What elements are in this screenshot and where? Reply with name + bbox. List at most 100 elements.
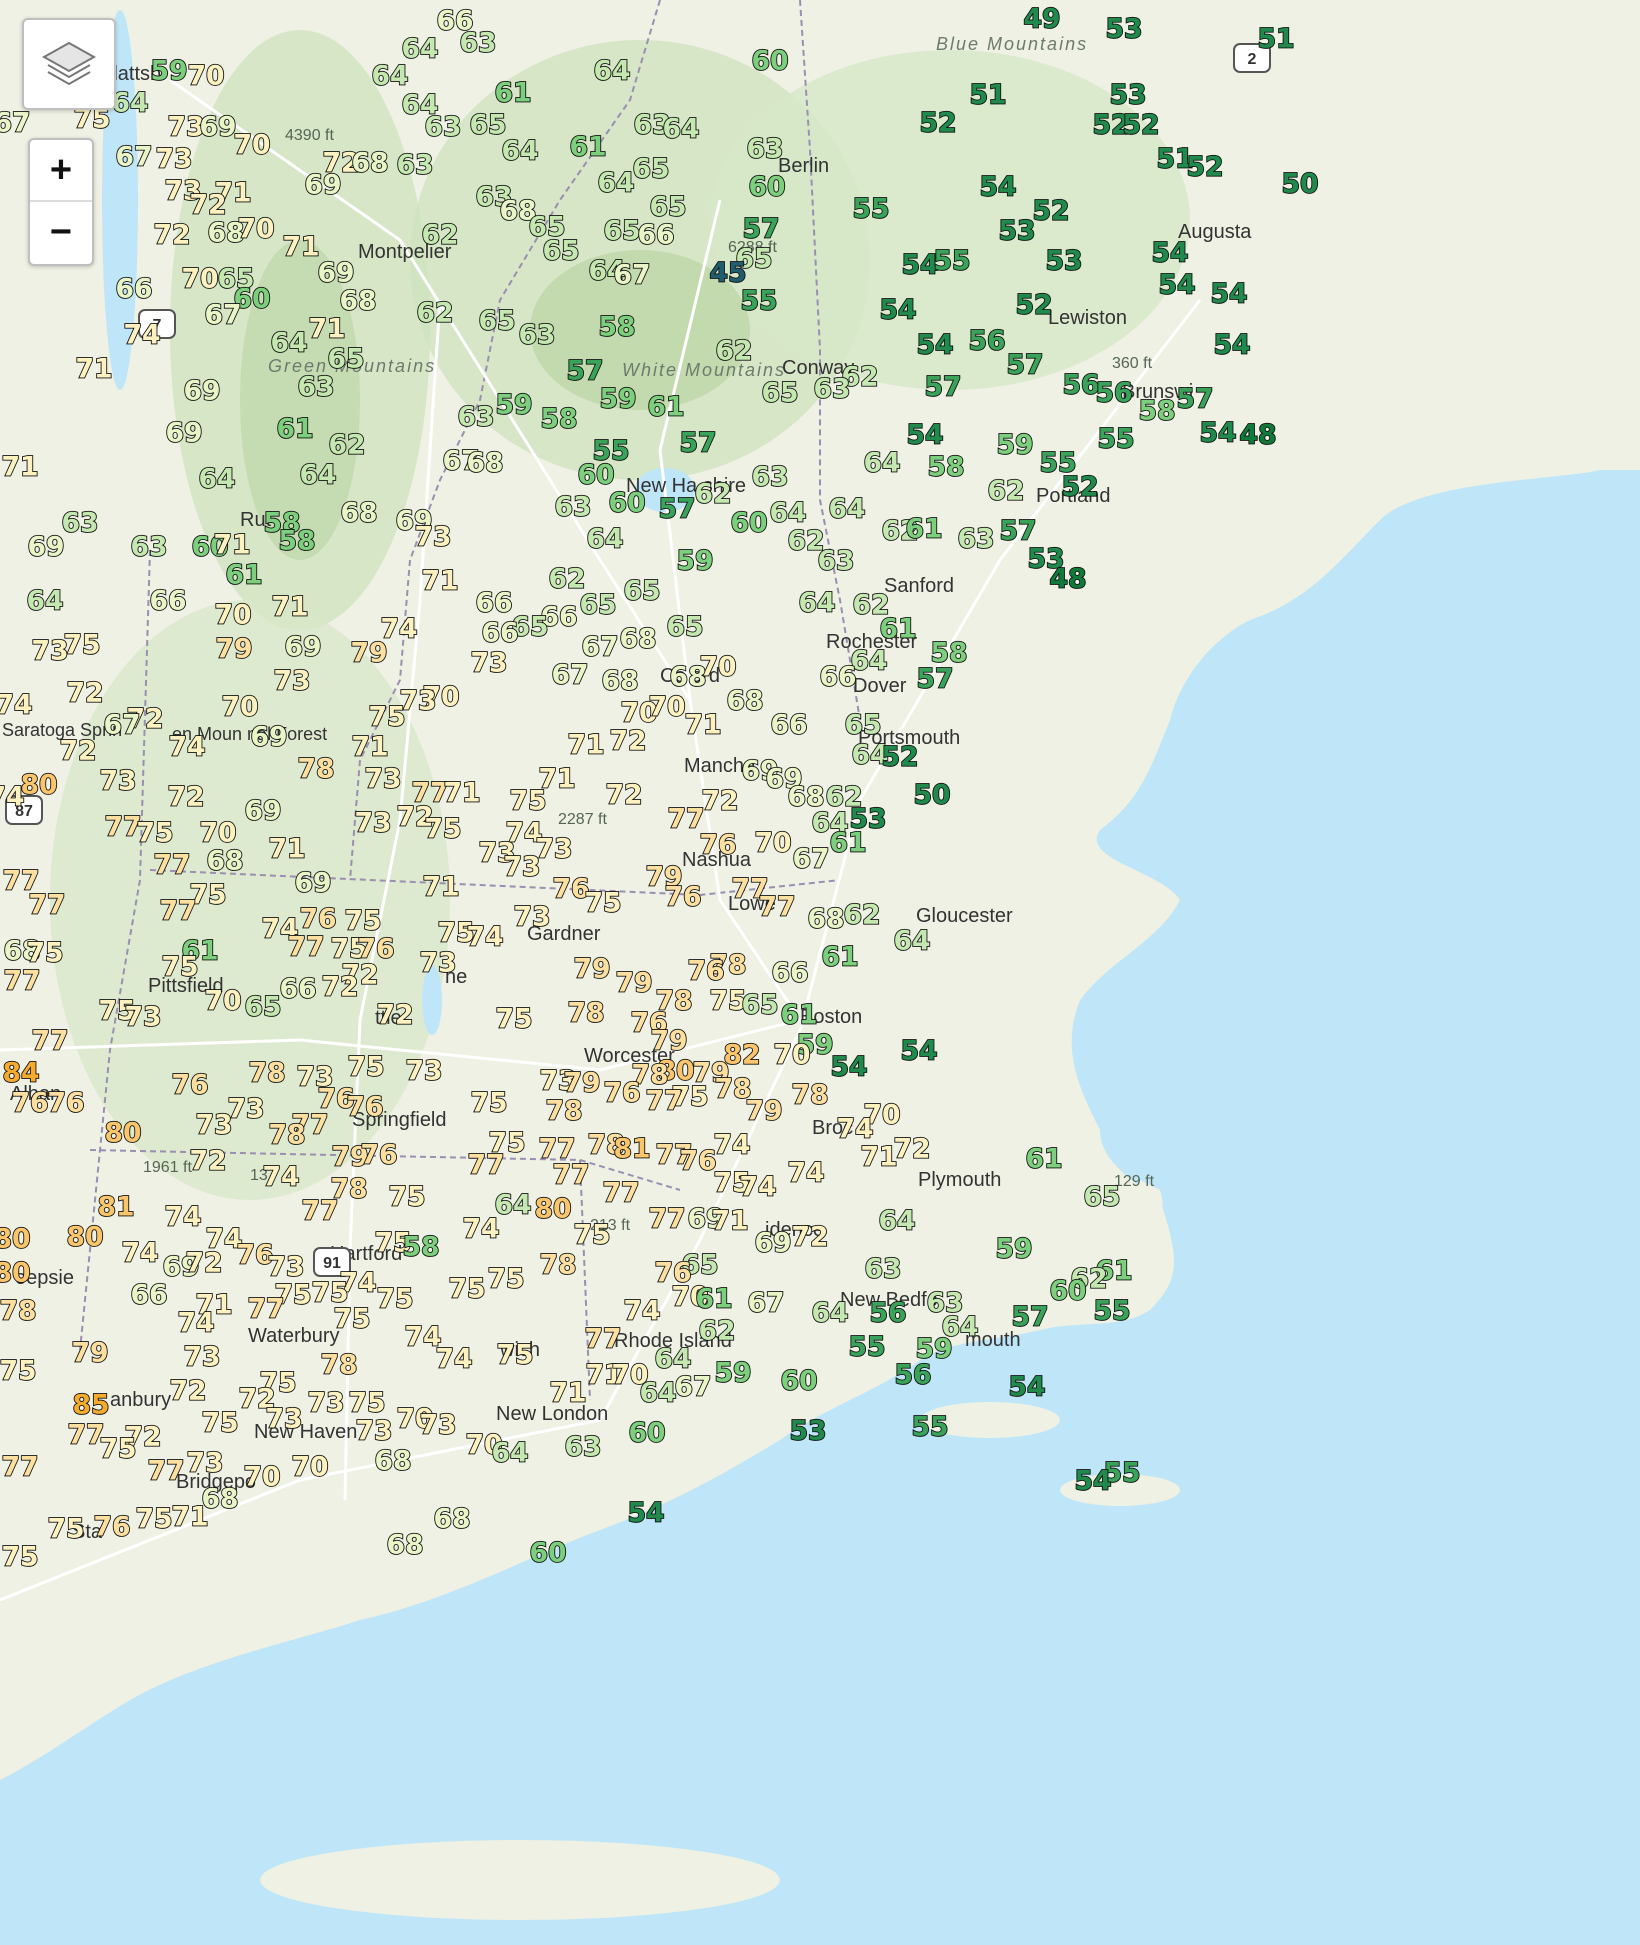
temperature-marker[interactable]: 79 [563,1067,602,1100]
temperature-marker[interactable]: 66 [130,1279,169,1312]
temperature-marker[interactable]: 71 [351,731,390,764]
temperature-marker[interactable]: 75 [333,1303,372,1336]
temperature-marker[interactable]: 60 [748,171,787,204]
temperature-marker[interactable]: 70 [773,1039,812,1072]
temperature-marker[interactable]: 73 [186,1447,225,1480]
temperature-marker[interactable]: 56 [1062,369,1101,402]
temperature-marker[interactable]: 60 [529,1537,568,1570]
temperature-marker[interactable]: 63 [457,401,496,434]
temperature-marker[interactable]: 71 [213,529,252,562]
temperature-marker[interactable]: 85 [72,1389,111,1422]
temperature-marker[interactable]: 70 [221,691,260,724]
temperature-marker[interactable]: 62 [715,335,754,368]
temperature-marker[interactable]: 68 [601,665,640,698]
temperature-marker[interactable]: 71 [75,353,114,386]
temperature-marker[interactable]: 76 [171,1069,210,1102]
temperature-marker[interactable]: 74 [0,689,33,722]
temperature-marker[interactable]: 64 [878,1205,917,1238]
temperature-marker[interactable]: 64 [662,113,701,146]
temperature-marker[interactable]: 53 [1109,79,1148,112]
temperature-marker[interactable]: 61 [1025,1143,1064,1176]
temperature-marker[interactable]: 50 [1281,168,1320,201]
temperature-marker[interactable]: 67 [204,299,243,332]
temperature-marker[interactable]: 56 [968,325,1007,358]
temperature-marker[interactable]: 69 [165,417,204,450]
temperature-marker[interactable]: 63 [817,545,856,578]
temperature-marker[interactable]: 73 [419,1409,458,1442]
temperature-marker[interactable]: 77 [31,1025,70,1058]
temperature-marker[interactable]: 74 [462,1213,501,1246]
temperature-marker[interactable]: 71 [268,833,307,866]
temperature-marker[interactable]: 62 [421,219,460,252]
temperature-marker[interactable]: 62 [328,429,367,462]
temperature-marker[interactable]: 75 [135,1503,174,1536]
temperature-marker[interactable]: 62 [843,899,882,932]
temperature-marker[interactable]: 61 [569,131,608,164]
temperature-marker[interactable]: 63 [751,461,790,494]
temperature-marker[interactable]: 66 [770,709,809,742]
temperature-marker[interactable]: 71 [282,231,321,264]
temperature-marker[interactable]: 72 [167,781,206,814]
temperature-marker[interactable]: 63 [957,523,996,556]
temperature-marker[interactable]: 60 [628,1417,667,1450]
temperature-marker[interactable]: 60 [780,1365,819,1398]
temperature-marker[interactable]: 64 [639,1377,678,1410]
temperature-marker[interactable]: 48 [1239,419,1278,452]
temperature-marker[interactable]: 75 [0,1355,37,1388]
temperature-marker[interactable]: 70 [237,213,276,246]
temperature-marker[interactable]: 74 [164,1201,203,1234]
temperature-marker[interactable]: 77 [552,1159,591,1192]
temperature-marker[interactable]: 79 [745,1095,784,1128]
temperature-marker[interactable]: 64 [811,1297,850,1330]
temperature-marker[interactable]: 71 [684,709,723,742]
temperature-marker[interactable]: 55 [1097,423,1136,456]
temperature-marker[interactable]: 68 [340,497,379,530]
temperature-marker[interactable]: 72 [169,1375,208,1408]
temperature-marker[interactable]: 58 [1138,395,1177,428]
temperature-marker[interactable]: 77 [1,1451,40,1484]
temperature-marker[interactable]: 57 [658,493,697,526]
temperature-marker[interactable]: 74 [262,1161,301,1194]
temperature-marker[interactable]: 69 [244,795,283,828]
temperature-marker[interactable]: 70 [233,129,272,162]
temperature-marker[interactable]: 62 [694,478,733,511]
temperature-marker[interactable]: 70 [648,691,687,724]
temperature-marker[interactable]: 65 [1083,1181,1122,1214]
map-canvas[interactable]: PlattsbMontpelierGreen Mountains White Mo… [0,0,1640,1945]
temperature-marker[interactable]: 60 [577,459,616,492]
temperature-marker[interactable]: 63 [864,1253,903,1286]
temperature-marker[interactable]: 57 [999,515,1038,548]
temperature-marker[interactable]: 45 [709,257,748,290]
temperature-marker[interactable]: 80 [0,1257,31,1290]
temperature-marker[interactable]: 66 [481,617,520,650]
temperature-marker[interactable]: 77 [584,1323,623,1356]
temperature-marker[interactable]: 80 [0,1223,31,1256]
temperature-marker[interactable]: 65 [478,305,517,338]
temperature-marker[interactable]: 73 [470,647,509,680]
temperature-marker[interactable]: 70 [291,1451,330,1484]
temperature-marker[interactable]: 65 [632,153,671,186]
temperature-marker[interactable]: 75 [448,1273,487,1306]
temperature-marker[interactable]: 50 [913,779,952,812]
temperature-marker[interactable]: 54 [1199,417,1238,450]
temperature-marker[interactable]: 67 [115,141,154,174]
temperature-marker[interactable]: 69 [199,111,238,144]
temperature-marker[interactable]: 77 [645,1085,684,1118]
temperature-marker[interactable]: 66 [475,587,514,620]
temperature-marker[interactable]: 51 [1257,23,1296,56]
temperature-marker[interactable]: 79 [650,1025,689,1058]
temperature-marker[interactable]: 78 [268,1119,307,1152]
temperature-marker[interactable]: 68 [433,1503,472,1536]
temperature-marker[interactable]: 73 [267,1251,306,1284]
temperature-marker[interactable]: 72 [376,999,415,1032]
temperature-marker[interactable]: 72 [189,189,228,222]
temperature-marker[interactable]: 73 [535,833,574,866]
temperature-marker[interactable]: 75 [347,1051,386,1084]
temperature-marker[interactable]: 52 [919,107,958,140]
temperature-marker[interactable]: 71 [271,591,310,624]
temperature-marker[interactable]: 73 [227,1093,266,1126]
temperature-marker[interactable]: 76 [93,1511,132,1544]
temperature-marker[interactable]: 79 [573,953,612,986]
temperature-marker[interactable]: 69 [284,631,323,664]
temperature-marker[interactable]: 54 [906,419,945,452]
